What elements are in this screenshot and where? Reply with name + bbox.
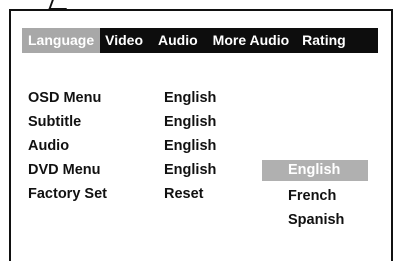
setting-label: DVD Menu [28, 162, 101, 178]
setting-label: Audio [28, 138, 70, 154]
setting-row-subtitle[interactable]: Subtitle English [28, 110, 254, 134]
tab-video[interactable]: Video [100, 28, 148, 53]
tab-language[interactable]: Language [22, 28, 101, 53]
setting-value: English [164, 90, 217, 106]
setting-label: OSD Menu [28, 90, 102, 106]
option-spanish[interactable]: Spanish [262, 208, 368, 232]
setting-value: English [164, 138, 217, 154]
tab-more-audio[interactable]: More Audio [203, 28, 294, 53]
language-options-list: English French Spanish [262, 160, 368, 232]
setting-label: Factory Set [28, 186, 107, 202]
setting-value: English [164, 114, 217, 130]
setting-row-factory-set[interactable]: Factory Set Reset [28, 182, 254, 206]
option-english[interactable]: English [262, 160, 368, 181]
option-french[interactable]: French [262, 184, 368, 208]
setting-row-dvd-menu[interactable]: DVD Menu English [28, 158, 254, 182]
tab-audio[interactable]: Audio [148, 28, 203, 53]
setting-value: English [164, 162, 217, 178]
tab-bar: Language Video Audio More Audio Rating [22, 28, 378, 53]
setting-label: Subtitle [28, 114, 82, 130]
setting-row-osd-menu[interactable]: OSD Menu English [28, 86, 254, 110]
settings-list: OSD Menu English Subtitle English Audio … [28, 86, 254, 206]
setting-value: Reset [164, 186, 204, 202]
tab-rating[interactable]: Rating [294, 28, 351, 53]
setting-row-audio[interactable]: Audio English [28, 134, 254, 158]
